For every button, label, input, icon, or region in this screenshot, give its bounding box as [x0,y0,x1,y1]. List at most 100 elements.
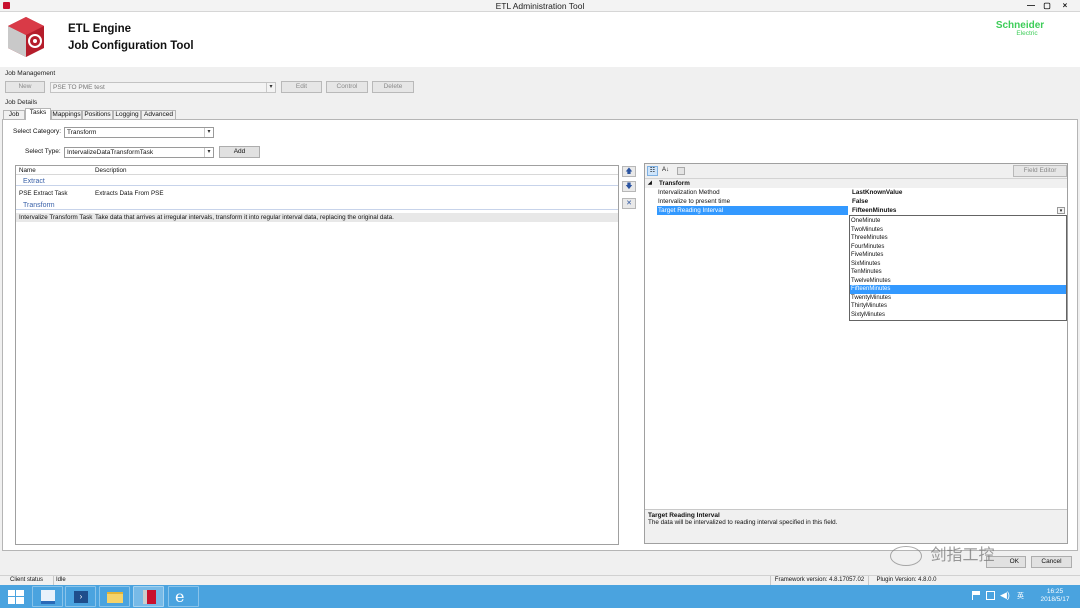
tab-logging[interactable]: Logging [113,110,141,119]
etl-app-icon [143,590,156,604]
property-row-target-reading-interval[interactable]: Target Reading Interval FifteenMinutes ▾ [645,206,1067,215]
property-help-panel: Target Reading Interval The data will be… [645,509,1067,543]
property-category-transform[interactable]: ◢ Transform [645,179,1067,188]
task-grid: Name Description Extract PSE Extract Tas… [15,165,619,545]
option-twelveminutes[interactable]: TwelveMinutes [850,277,1066,286]
option-oneminute[interactable]: OneMinute [850,217,1066,226]
schneider-logo: Schneider Electric [995,20,1045,38]
network-icon[interactable] [986,591,995,600]
move-down-button[interactable]: 🡇 [622,181,636,192]
speaker-icon[interactable]: ◀) [1000,590,1010,601]
task-description: Take data that arrives at irregular inte… [95,214,394,221]
folder-icon [107,592,123,603]
option-fiveminutes[interactable]: FiveMinutes [850,251,1066,260]
interval-dropdown-list[interactable]: OneMinute TwoMinutes ThreeMinutes FourMi… [849,215,1067,321]
taskbar: › e ◀) 英 16:25 2018/5/17 [0,585,1080,608]
help-title: Target Reading Interval [648,512,720,519]
tab-advanced[interactable]: Advanced [141,110,176,119]
table-row[interactable]: Intervalize Transform Task Take data tha… [16,213,618,222]
alphabetical-sort-icon[interactable]: A↓ [660,166,671,176]
app-header: ETL Engine Job Configuration Tool Schnei… [0,12,1080,67]
option-tenminutes[interactable]: TenMinutes [850,268,1066,277]
job-management-label: Job Management [5,70,56,77]
framework-version: Framework version: 4.8.17057.02 [770,576,866,585]
internet-explorer-icon: e [175,587,185,606]
chevron-down-icon: ▾ [204,128,213,137]
chat-bubble-icon [890,546,922,566]
option-thirtyminutes[interactable]: ThirtyMinutes [850,302,1066,311]
option-sixtyminutes[interactable]: SixtyMinutes [850,311,1066,320]
server-manager-icon [41,590,55,604]
header-title-line1: ETL Engine [68,23,132,35]
new-job-button[interactable]: New [5,81,45,93]
edit-job-button[interactable]: Edit [281,81,322,93]
option-fifteenminutes[interactable]: FifteenMinutes [850,285,1066,294]
cancel-button[interactable]: Cancel [1031,556,1072,568]
ime-indicator[interactable]: 英 [1017,591,1024,601]
group-header-transform[interactable]: Transform [16,201,618,210]
option-sixminutes[interactable]: SixMinutes [850,260,1066,269]
clock[interactable]: 16:25 2018/5/17 [1036,588,1074,604]
window-titlebar: ETL Administration Tool — ▢ × [0,0,1080,12]
property-toolbar: ☷ A↓ Field Editor [645,164,1067,179]
tab-tasks[interactable]: Tasks [25,108,51,120]
option-twentyminutes[interactable]: TwentyMinutes [850,294,1066,303]
plugin-version: Plugin Version: 4.8.0.0 [868,576,942,585]
add-task-button[interactable]: Add [219,146,260,158]
type-select[interactable]: IntervalizeDataTransformTask ▾ [64,147,214,158]
property-row-intervalize-present[interactable]: Intervalize to present time False [645,197,1067,206]
control-job-button[interactable]: Control [326,81,368,93]
help-text: The data will be intervalized to reading… [648,519,838,526]
start-button[interactable] [2,586,30,607]
property-grid: ☷ A↓ Field Editor ◢ Transform Intervaliz… [644,163,1068,544]
powershell-icon: › [74,591,88,603]
tab-mappings[interactable]: Mappings [51,110,82,119]
windows-logo-icon [8,590,24,604]
chevron-down-icon: ▾ [204,148,213,157]
chevron-down-icon: ▾ [266,83,275,92]
client-status-label: Client status [10,577,44,583]
task-name: Intervalize Transform Task [19,214,93,221]
type-label: Select Type: [25,148,61,155]
field-editor-button[interactable]: Field Editor [1013,165,1067,177]
move-up-button[interactable]: 🡅 [622,166,636,177]
flag-icon[interactable] [972,591,980,600]
watermark: 剑指工控 [890,545,994,567]
categorized-view-icon[interactable]: ☷ [647,166,658,176]
clock-date: 2018/5/17 [1040,596,1070,603]
category-select[interactable]: Transform ▾ [64,127,214,138]
collapse-arrow-icon[interactable]: ◢ [648,179,652,188]
taskbar-server-manager[interactable] [32,586,63,607]
option-fourminutes[interactable]: FourMinutes [850,243,1066,252]
category-label: Select Category: [13,128,62,135]
task-grid-header: Name Description [16,166,618,175]
property-pages-icon[interactable] [677,167,685,175]
property-row-intervalization-method[interactable]: Intervalization Method LastKnownValue [645,188,1067,197]
delete-job-button[interactable]: Delete [372,81,414,93]
taskbar-internet-explorer[interactable]: e [168,586,199,607]
close-button[interactable]: × [1058,0,1072,11]
maximize-button[interactable]: ▢ [1040,0,1054,11]
column-header-name[interactable]: Name [19,166,36,175]
tab-positions[interactable]: Positions [82,110,113,119]
taskbar-powershell[interactable]: › [65,586,96,607]
option-twominutes[interactable]: TwoMinutes [850,226,1066,235]
etl-gear-cube-icon [8,17,44,57]
group-header-extract[interactable]: Extract [16,177,618,186]
task-description: Extracts Data From PSE [95,190,164,197]
interval-value-field[interactable]: FifteenMinutes [850,206,1067,215]
remove-task-button[interactable]: ✕ [622,198,636,209]
task-name: PSE Extract Task [19,190,68,197]
job-details-label: Job Details [5,99,38,106]
chevron-down-icon[interactable]: ▾ [1057,207,1065,214]
window-title: ETL Administration Tool [495,1,585,11]
minimize-button[interactable]: — [1024,0,1038,11]
taskbar-etl-tool[interactable] [133,586,164,607]
option-threeminutes[interactable]: ThreeMinutes [850,234,1066,243]
job-select[interactable]: PSE TO PME test ▾ [50,82,276,93]
taskbar-explorer[interactable] [99,586,130,607]
watermark-text: 剑指工控 [930,547,995,564]
column-header-description[interactable]: Description [95,166,127,175]
table-row[interactable]: PSE Extract Task Extracts Data From PSE [16,189,618,198]
tab-job[interactable]: Job [3,110,25,119]
